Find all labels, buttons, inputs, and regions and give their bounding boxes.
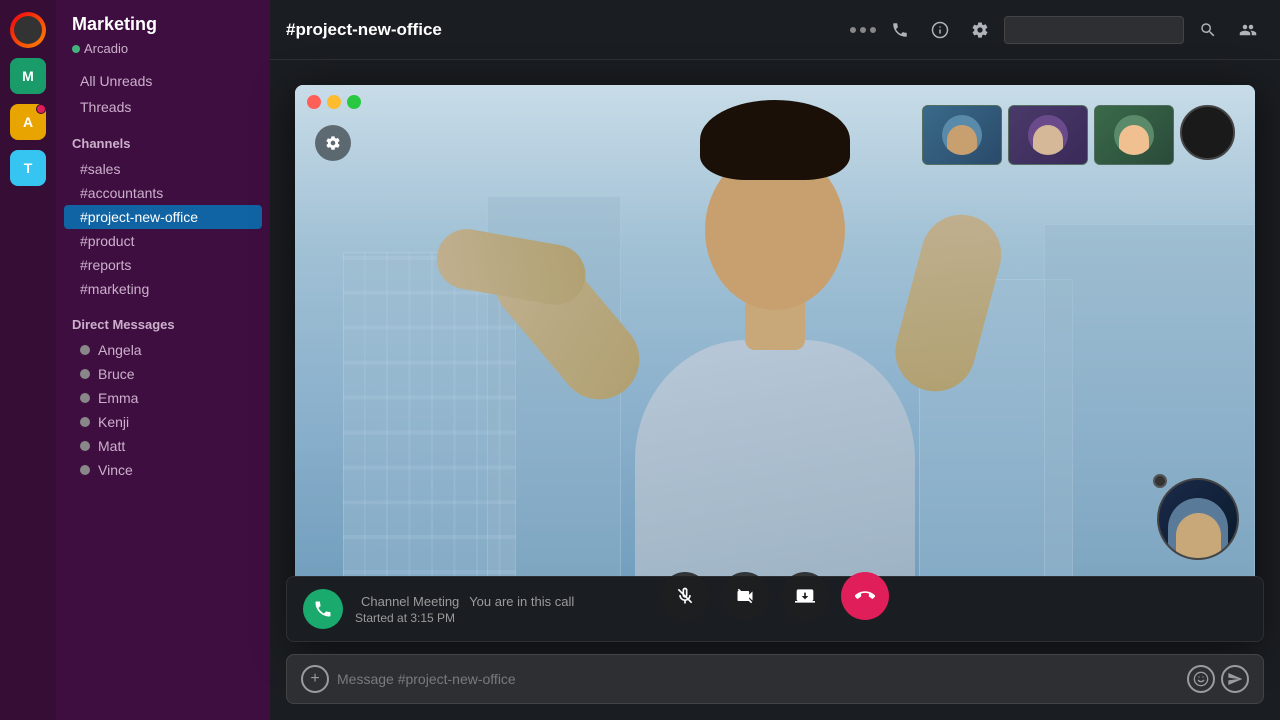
channel-item-accountants[interactable]: #accountants [64, 181, 262, 205]
call-notification-icon [303, 589, 343, 629]
dm-status-dot [80, 465, 90, 475]
workspace-icons-column: M A T [0, 0, 56, 720]
main-content: #project-new-office [270, 0, 1280, 720]
info-button[interactable] [924, 14, 956, 46]
channels-section-label: Channels [56, 120, 270, 157]
dm-status-dot [80, 369, 90, 379]
channel-item-product[interactable]: #product [64, 229, 262, 253]
workspace-icon-1[interactable]: M [10, 58, 46, 94]
header-actions [850, 14, 1264, 46]
dot2 [860, 27, 866, 33]
user-status: Arcadio [56, 39, 270, 68]
workspace-icon-2[interactable]: A [10, 104, 46, 140]
workspace-icon-3[interactable]: T [10, 150, 46, 186]
participant-thumbnails [922, 105, 1235, 165]
video-settings-button[interactable] [315, 125, 351, 161]
send-button[interactable] [1221, 665, 1249, 693]
nav-all-unreads[interactable]: All Unreads [64, 68, 262, 94]
dm-item-matt[interactable]: Matt [64, 434, 262, 458]
dm-name-label: Angela [98, 342, 142, 358]
dm-list: Angela Bruce Emma Kenji Matt Vince [56, 338, 270, 482]
dm-status-dot [80, 441, 90, 451]
channels-list: #sales#accountants#project-new-office#pr… [56, 157, 270, 301]
channel-item-sales[interactable]: #sales [64, 157, 262, 181]
bottom-right-participant [1157, 478, 1239, 560]
dm-name-label: Kenji [98, 414, 129, 430]
dm-status-dot [80, 417, 90, 427]
workspace-avatar-ring[interactable] [10, 12, 46, 48]
dm-item-bruce[interactable]: Bruce [64, 362, 262, 386]
workspace-title: Marketing [72, 14, 157, 35]
br-thumb [1157, 478, 1239, 560]
username-label: Arcadio [84, 41, 128, 56]
channel-item-reports[interactable]: #reports [64, 253, 262, 277]
status-dot [72, 45, 80, 53]
dm-status-dot [80, 393, 90, 403]
dm-name-label: Matt [98, 438, 125, 454]
end-call-button[interactable] [841, 572, 889, 620]
maximize-dot[interactable] [347, 95, 361, 109]
message-input-row: + [286, 654, 1264, 704]
dm-item-kenji[interactable]: Kenji [64, 410, 262, 434]
search-button[interactable] [1192, 14, 1224, 46]
emoji-button[interactable] [1187, 665, 1215, 693]
dm-name-label: Bruce [98, 366, 135, 382]
workspace-name: Marketing [56, 0, 270, 39]
channel-header: #project-new-office [270, 0, 1280, 60]
channel-item-marketing[interactable]: #marketing [64, 277, 262, 301]
screen-share-button[interactable] [781, 572, 829, 620]
video-controls [661, 572, 889, 620]
video-person [295, 85, 1255, 640]
close-dot[interactable] [307, 95, 321, 109]
participant-thumb-dark [1180, 105, 1235, 160]
window-controls[interactable] [307, 95, 361, 109]
br-participant-container [1157, 478, 1239, 560]
participant-thumb-2 [1008, 105, 1088, 165]
dm-item-vince[interactable]: Vince [64, 458, 262, 482]
dm-section-label: Direct Messages [56, 301, 270, 338]
dm-name-label: Emma [98, 390, 138, 406]
call-button[interactable] [884, 14, 916, 46]
camera-button[interactable] [721, 572, 769, 620]
minimize-dot[interactable] [327, 95, 341, 109]
dot1 [850, 27, 856, 33]
video-window [295, 85, 1255, 640]
dm-item-emma[interactable]: Emma [64, 386, 262, 410]
participant-thumb-3 [1094, 105, 1174, 165]
video-overlay: Channel Meeting You are in this call Sta… [270, 60, 1280, 720]
channel-title: #project-new-office [286, 20, 838, 40]
mute-button[interactable] [661, 572, 709, 620]
search-input[interactable] [1004, 16, 1184, 44]
dot3 [870, 27, 876, 33]
dm-name-label: Vince [98, 462, 133, 478]
br-indicator [1153, 474, 1167, 488]
participant-thumb-1 [922, 105, 1002, 165]
dm-item-angela[interactable]: Angela [64, 338, 262, 362]
header-dots [850, 27, 876, 33]
message-input[interactable] [337, 671, 1179, 687]
video-main [295, 85, 1255, 640]
input-actions [1187, 665, 1249, 693]
members-button[interactable] [1232, 14, 1264, 46]
channel-item-project-new-office[interactable]: #project-new-office [64, 205, 262, 229]
dm-status-dot [80, 345, 90, 355]
settings-button[interactable] [964, 14, 996, 46]
nav-threads[interactable]: Threads [64, 94, 262, 120]
add-attachment-button[interactable]: + [301, 665, 329, 693]
